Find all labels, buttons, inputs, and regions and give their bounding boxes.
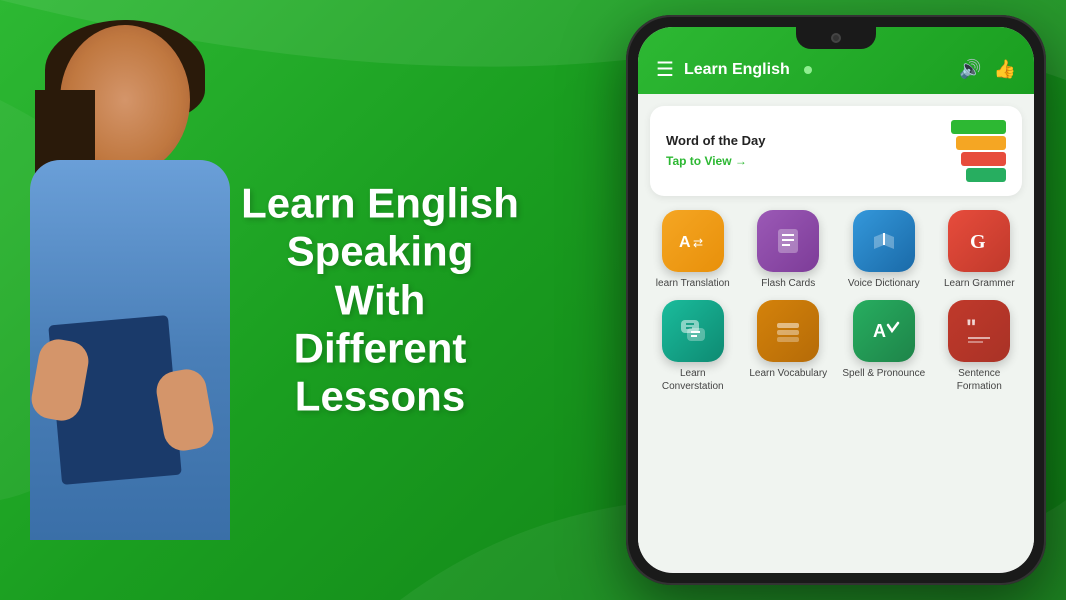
phone-notch [796, 27, 876, 49]
wotd-link[interactable]: Tap to View → [666, 154, 747, 168]
wotd-card[interactable]: Word of the Day Tap to View → [650, 106, 1022, 196]
app-icon-box-3: G [948, 210, 1010, 272]
app-icon-box-5 [757, 300, 819, 362]
app-icon-item[interactable]: Learn Vocabulary [746, 300, 832, 393]
app-icon-box-2 [853, 210, 915, 272]
app-icon-box-6: A [853, 300, 915, 362]
wotd-text: Word of the Day Tap to View → [666, 133, 765, 170]
app-icon-box-0: A⇄ [662, 210, 724, 272]
verified-dot [804, 66, 812, 74]
menu-icon[interactable]: ☰ [656, 57, 674, 82]
phone-screen: ☰ Learn English 🔊 👍 Word of the Day Tap … [638, 27, 1034, 573]
book-3 [961, 152, 1006, 166]
app-icon-item[interactable]: Flash Cards [746, 210, 832, 290]
app-title: Learn English [684, 61, 790, 79]
app-content: Word of the Day Tap to View → A⇄learn Tr… [638, 94, 1034, 570]
app-icon-label: Learn Vocabulary [749, 367, 827, 380]
app-icon-item[interactable]: A Spell & Pronounce [841, 300, 927, 393]
app-icon-label: Spell & Pronounce [842, 367, 925, 380]
app-icon-label: Voice Dictionary [848, 277, 920, 290]
app-icon-label: Sentence Formation [937, 367, 1023, 393]
app-icon-item[interactable]: " Sentence Formation [937, 300, 1023, 393]
book-stack-decoration [951, 120, 1006, 182]
app-icon-box-4 [662, 300, 724, 362]
app-icon-item[interactable]: G Learn Grammer [937, 210, 1023, 290]
header-left: ☰ Learn English [656, 57, 812, 82]
app-icons-grid: A⇄learn TranslationFlash CardsVoice Dict… [650, 210, 1022, 393]
app-icon-item[interactable]: Learn Converstation [650, 300, 736, 393]
book-2 [956, 136, 1006, 150]
app-icon-label: Learn Grammer [944, 277, 1015, 290]
app-icon-item[interactable]: Voice Dictionary [841, 210, 927, 290]
app-icon-box-1 [757, 210, 819, 272]
main-headline: Learn English Speaking With Different Le… [220, 179, 540, 420]
header-right: 🔊 👍 [959, 59, 1016, 80]
svg-text:G: G [970, 231, 986, 253]
app-icon-item[interactable]: A⇄ learn Translation [650, 210, 736, 290]
like-icon[interactable]: 👍 [994, 59, 1016, 80]
svg-text:⇄: ⇄ [693, 236, 703, 250]
app-icon-label: Learn Converstation [650, 367, 736, 393]
app-icon-label: Flash Cards [761, 277, 815, 290]
svg-text:A: A [873, 321, 886, 341]
phone-mockup: ☰ Learn English 🔊 👍 Word of the Day Tap … [626, 15, 1046, 585]
wotd-title: Word of the Day [666, 133, 765, 148]
app-icon-box-7: " [948, 300, 1010, 362]
book-4 [966, 168, 1006, 182]
sound-icon[interactable]: 🔊 [959, 59, 981, 80]
app-icon-label: learn Translation [656, 277, 730, 290]
phone-frame: ☰ Learn English 🔊 👍 Word of the Day Tap … [626, 15, 1046, 585]
book-1 [951, 120, 1006, 134]
svg-text:": " [966, 315, 976, 340]
front-camera [831, 33, 841, 43]
svg-text:A: A [679, 234, 691, 251]
